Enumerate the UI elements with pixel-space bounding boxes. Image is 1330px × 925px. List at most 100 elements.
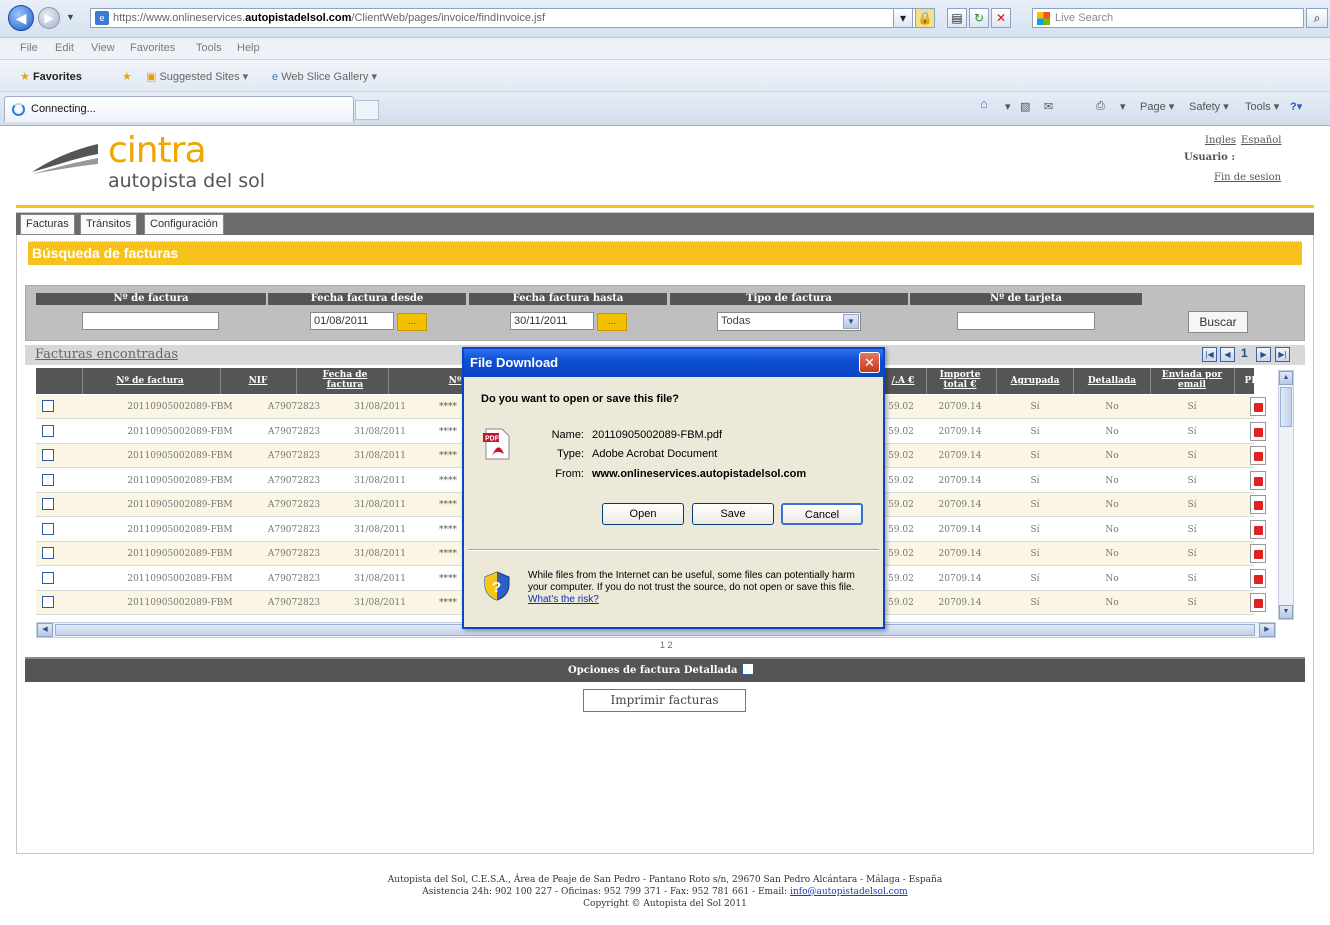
page-count: 1 2 bbox=[660, 640, 673, 650]
browser-tab[interactable]: Connecting... bbox=[4, 96, 354, 122]
tools-menu[interactable]: Tools ▾ bbox=[1245, 100, 1279, 113]
first-page-icon[interactable]: |◀ bbox=[1202, 347, 1217, 362]
pdf-download-icon[interactable] bbox=[1250, 520, 1266, 539]
col-fecha[interactable]: Fecha de factura bbox=[305, 370, 385, 390]
refresh-icon[interactable]: ↻ bbox=[969, 8, 989, 28]
live-search-input[interactable]: Live Search bbox=[1032, 8, 1304, 28]
menu-help[interactable]: Help bbox=[237, 42, 260, 54]
stop-icon[interactable]: ✕ bbox=[991, 8, 1011, 28]
menu-favorites[interactable]: Favorites bbox=[130, 42, 175, 54]
pdf-download-icon[interactable] bbox=[1250, 544, 1266, 563]
row-checkbox[interactable] bbox=[42, 425, 54, 437]
prev-page-icon[interactable]: ◀ bbox=[1220, 347, 1235, 362]
header-separator bbox=[296, 368, 297, 394]
col-iva[interactable]: /.A € bbox=[888, 376, 918, 386]
pdf-download-icon[interactable] bbox=[1250, 446, 1266, 465]
col-agrupada[interactable]: Agrupada bbox=[1003, 376, 1067, 386]
suggested-sites-link[interactable]: ▣ Suggested Sites ▾ bbox=[146, 70, 248, 83]
row-checkbox[interactable] bbox=[42, 572, 54, 584]
row-checkbox[interactable] bbox=[42, 449, 54, 461]
num-tarjeta-input[interactable] bbox=[957, 312, 1095, 330]
print-icon[interactable]: ⎙ bbox=[1096, 100, 1105, 113]
cell-num: 20110905002089-FBM bbox=[127, 598, 233, 608]
pdf-download-icon[interactable] bbox=[1250, 397, 1266, 416]
help-icon[interactable]: ?▾ bbox=[1290, 100, 1302, 113]
favorites-button[interactable]: ★ Favorites bbox=[20, 70, 82, 83]
file-type-value: Adobe Acrobat Document bbox=[592, 448, 718, 460]
row-checkbox[interactable] bbox=[42, 596, 54, 608]
back-icon[interactable]: ◀ bbox=[8, 5, 34, 31]
col-enviada[interactable]: Enviada por email bbox=[1157, 370, 1227, 390]
pdf-download-icon[interactable] bbox=[1250, 593, 1266, 612]
compatibility-icon[interactable]: ▤ bbox=[947, 8, 967, 28]
dialog-title[interactable]: File Download bbox=[464, 349, 883, 377]
calendar-desde-button[interactable]: ... bbox=[397, 313, 427, 331]
scroll-left-icon[interactable]: ◀ bbox=[37, 623, 53, 637]
row-checkbox[interactable] bbox=[42, 498, 54, 510]
pdf-download-icon[interactable] bbox=[1250, 495, 1266, 514]
logout-link[interactable]: Fin de sesion bbox=[1214, 172, 1281, 183]
row-checkbox[interactable] bbox=[42, 547, 54, 559]
tab-transitos[interactable]: Tránsitos bbox=[80, 214, 137, 235]
detallada-checkbox[interactable] bbox=[742, 663, 754, 675]
table-vertical-scrollbar[interactable]: ▲ ▼ bbox=[1278, 370, 1294, 620]
last-page-icon[interactable]: ▶| bbox=[1275, 347, 1290, 362]
print-dropdown-icon[interactable]: ▾ bbox=[1120, 100, 1126, 113]
new-tab-button[interactable] bbox=[355, 100, 379, 120]
row-checkbox[interactable] bbox=[42, 474, 54, 486]
safety-menu[interactable]: Safety ▾ bbox=[1189, 100, 1229, 113]
lang-spanish-link[interactable]: Español bbox=[1241, 135, 1281, 146]
close-icon[interactable]: ✕ bbox=[859, 352, 880, 373]
num-factura-input[interactable] bbox=[82, 312, 219, 330]
col-nif[interactable]: NIF bbox=[238, 376, 278, 386]
pdf-download-icon[interactable] bbox=[1250, 569, 1266, 588]
file-from-value: www.onlineservices.autopistadelsol.com bbox=[592, 468, 807, 480]
url-input[interactable]: e https://www.onlineservices.autopistade… bbox=[90, 8, 920, 28]
url-dropdown-icon[interactable]: ▾ bbox=[893, 8, 913, 28]
page-menu[interactable]: Page ▾ bbox=[1140, 100, 1174, 113]
pdf-download-icon[interactable] bbox=[1250, 422, 1266, 441]
fecha-hasta-input[interactable]: 30/11/2011 bbox=[510, 312, 594, 330]
fecha-desde-input[interactable]: 01/08/2011 bbox=[310, 312, 394, 330]
usuario-label: Usuario : bbox=[1184, 152, 1236, 163]
tab-configuracion[interactable]: Configuración bbox=[144, 214, 224, 235]
whats-the-risk-link[interactable]: What's the risk? bbox=[528, 594, 599, 605]
lock-icon[interactable]: 🔒 bbox=[915, 8, 935, 28]
tipo-factura-select[interactable]: Todas ▼ bbox=[717, 312, 861, 331]
row-checkbox[interactable] bbox=[42, 523, 54, 535]
open-button[interactable]: Open bbox=[602, 503, 684, 525]
menu-file[interactable]: File bbox=[20, 42, 38, 54]
calendar-hasta-button[interactable]: ... bbox=[597, 313, 627, 331]
pdf-download-icon[interactable] bbox=[1250, 471, 1266, 490]
history-dropdown-icon[interactable]: ▼ bbox=[66, 12, 75, 22]
search-icon[interactable]: ⌕ bbox=[1306, 8, 1328, 28]
scroll-down-icon[interactable]: ▼ bbox=[1279, 605, 1293, 619]
add-favorite-icon[interactable]: ★ bbox=[122, 70, 132, 83]
forward-icon[interactable]: ▶ bbox=[38, 7, 60, 29]
home-icon[interactable]: ⌂ bbox=[980, 96, 988, 111]
save-button[interactable]: Save bbox=[692, 503, 774, 525]
footer-email-link[interactable]: info@autopistadelsol.com bbox=[790, 887, 908, 897]
col-detallada[interactable]: Detallada bbox=[1080, 376, 1144, 386]
home-dropdown-icon[interactable]: ▾ bbox=[1005, 100, 1011, 113]
row-checkbox[interactable] bbox=[42, 400, 54, 412]
menu-tools[interactable]: Tools bbox=[196, 42, 222, 54]
next-page-icon[interactable]: ▶ bbox=[1256, 347, 1271, 362]
menu-view[interactable]: View bbox=[91, 42, 115, 54]
cell-fecha: 31/08/2011 bbox=[354, 549, 406, 559]
cancel-button[interactable]: Cancel bbox=[781, 503, 863, 525]
print-invoices-button[interactable]: Imprimir facturas bbox=[583, 689, 746, 712]
menu-edit[interactable]: Edit bbox=[55, 42, 74, 54]
buscar-button[interactable]: Buscar bbox=[1188, 311, 1248, 333]
web-slice-gallery-link[interactable]: e Web Slice Gallery ▾ bbox=[272, 70, 377, 83]
filter-tipo-label: Tipo de factura bbox=[670, 293, 908, 305]
scroll-thumb[interactable] bbox=[1280, 387, 1292, 427]
lang-english-link[interactable]: Ingles bbox=[1205, 135, 1236, 146]
feeds-icon[interactable]: ▧ bbox=[1020, 100, 1030, 113]
read-mail-icon[interactable]: ✉ bbox=[1044, 100, 1053, 113]
scroll-right-icon[interactable]: ▶ bbox=[1259, 623, 1275, 637]
tab-facturas[interactable]: Facturas bbox=[20, 214, 75, 235]
scroll-up-icon[interactable]: ▲ bbox=[1279, 371, 1293, 385]
col-num-factura[interactable]: Nº de factura bbox=[92, 376, 208, 386]
col-importe[interactable]: Importe total € bbox=[930, 370, 990, 390]
